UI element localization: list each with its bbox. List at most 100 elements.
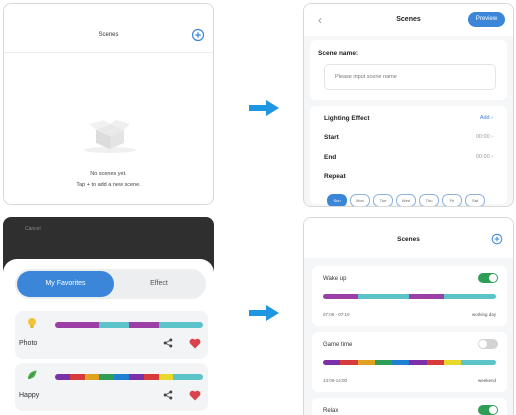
share-icon[interactable] [163,390,173,400]
scene-toggle[interactable] [478,273,498,283]
color-segment [173,374,189,380]
bulb-icon [28,318,36,328]
day-chip[interactable]: Sun [327,194,347,206]
scene-time: 07:00 - 07:10 [323,312,350,317]
start-row[interactable]: Start 00:00 › [324,134,493,141]
header-divider [4,52,213,53]
add-circle-icon[interactable] [191,28,205,42]
share-icon[interactable] [163,338,173,348]
arrow-right-icon [249,100,279,116]
plus-circle-icon[interactable] [491,233,503,245]
row-label: Lighting Effect [324,115,370,122]
color-segment [143,322,159,328]
color-segment [55,374,70,380]
color-strip [323,294,496,299]
color-segment [188,322,203,328]
preview-button[interactable]: Preview [468,12,505,27]
color-segment [426,360,445,365]
color-segment [392,360,410,365]
day-chip[interactable]: Sat [465,194,485,206]
color-strip [55,322,203,328]
leaf-icon [28,370,37,379]
weekday-selector: Sun Mon Tue Wed Thu Fri Sat [327,194,485,206]
color-segment [461,360,479,365]
empty-box-icon [84,120,136,153]
cancel-link[interactable]: Cancel [25,226,41,232]
composite-screenshot: Scenes No scenes yet. Tap + to add a new… [0,0,516,415]
color-segment [409,294,427,299]
color-segment [374,294,393,299]
color-segment [84,374,100,380]
color-segment [55,322,70,328]
scene-time: 13:00-14:00 [323,378,348,383]
scene-toggle[interactable] [478,339,498,349]
color-segment [374,360,393,365]
heart-icon[interactable] [189,390,201,401]
color-segment [340,360,358,365]
color-segment [426,294,445,299]
row-value: 00:00 › [475,154,493,160]
color-segment [444,294,462,299]
day-chip[interactable]: Wed [396,194,416,206]
heart-icon[interactable] [189,338,201,349]
tab-my-favorites[interactable]: My Favorites [17,271,114,297]
color-strip [55,374,203,380]
scene-name: Wake up [323,276,347,282]
scene-repeat-tag: weekend [477,378,496,383]
tab-effect[interactable]: Effect [114,271,204,297]
color-segment [128,374,144,380]
color-segment [158,322,174,328]
color-segment [357,360,375,365]
row-value: Add › [479,115,493,121]
scene-name-label: Scene name: [318,50,359,57]
color-segment [461,294,479,299]
color-segment [69,322,85,328]
favorites-panel: Cancel My Favorites Effect Photo Happy [3,217,214,415]
color-segment [84,322,100,328]
empty-hint: Tap + to add a new scene. [76,182,141,188]
page-title: Scenes [397,236,420,243]
favorite-item[interactable]: Photo [15,311,208,359]
color-segment [128,322,144,328]
color-segment [99,374,115,380]
color-segment [478,360,496,365]
day-chip[interactable]: Thu [419,194,439,206]
color-segment [409,360,427,365]
day-chip[interactable]: Fri [442,194,462,206]
empty-message: No scenes yet. [90,171,127,177]
scene-card[interactable]: Game time 13:00-14:00 weekend [312,332,507,392]
favorite-name: Happy [19,392,40,399]
arrow-right-icon [249,305,279,321]
page-title: Scenes [98,32,119,38]
end-row[interactable]: End 00:00 › [324,154,493,161]
color-segment [392,294,410,299]
scene-card[interactable]: Relax [312,398,507,415]
row-label: Start [324,134,339,141]
repeat-row: Repeat [324,173,493,180]
color-segment [143,374,159,380]
color-segment [69,374,85,380]
scene-name: Relax [323,408,339,414]
color-segment [99,322,115,328]
color-segment [323,360,341,365]
favorite-item[interactable]: Happy [15,363,208,411]
scene-name: Game time [323,342,353,348]
scene-repeat-tag: working day [471,312,496,317]
color-segment [158,374,174,380]
scene-card[interactable]: Wake up 07:00 - 07:10 working day [312,266,507,326]
lighting-effect-row[interactable]: Lighting Effect Add › [324,115,493,122]
day-chip[interactable]: Tue [373,194,393,206]
scenes-empty-panel: Scenes No scenes yet. Tap + to add a new… [3,3,214,205]
scene-name-input[interactable]: Please input scene name [324,64,496,90]
color-segment [114,374,129,380]
color-segment [444,360,462,365]
row-label: Repeat [324,173,346,180]
row-value: 00:00 › [475,134,493,140]
color-segment [114,322,129,328]
color-segment [188,374,203,380]
day-chip[interactable]: Mon [350,194,370,206]
scene-editor-panel: ‹ Scenes Preview Scene name: Please inpu… [303,3,514,207]
scene-toggle[interactable] [478,405,498,415]
color-segment [340,294,358,299]
color-strip [323,360,496,365]
